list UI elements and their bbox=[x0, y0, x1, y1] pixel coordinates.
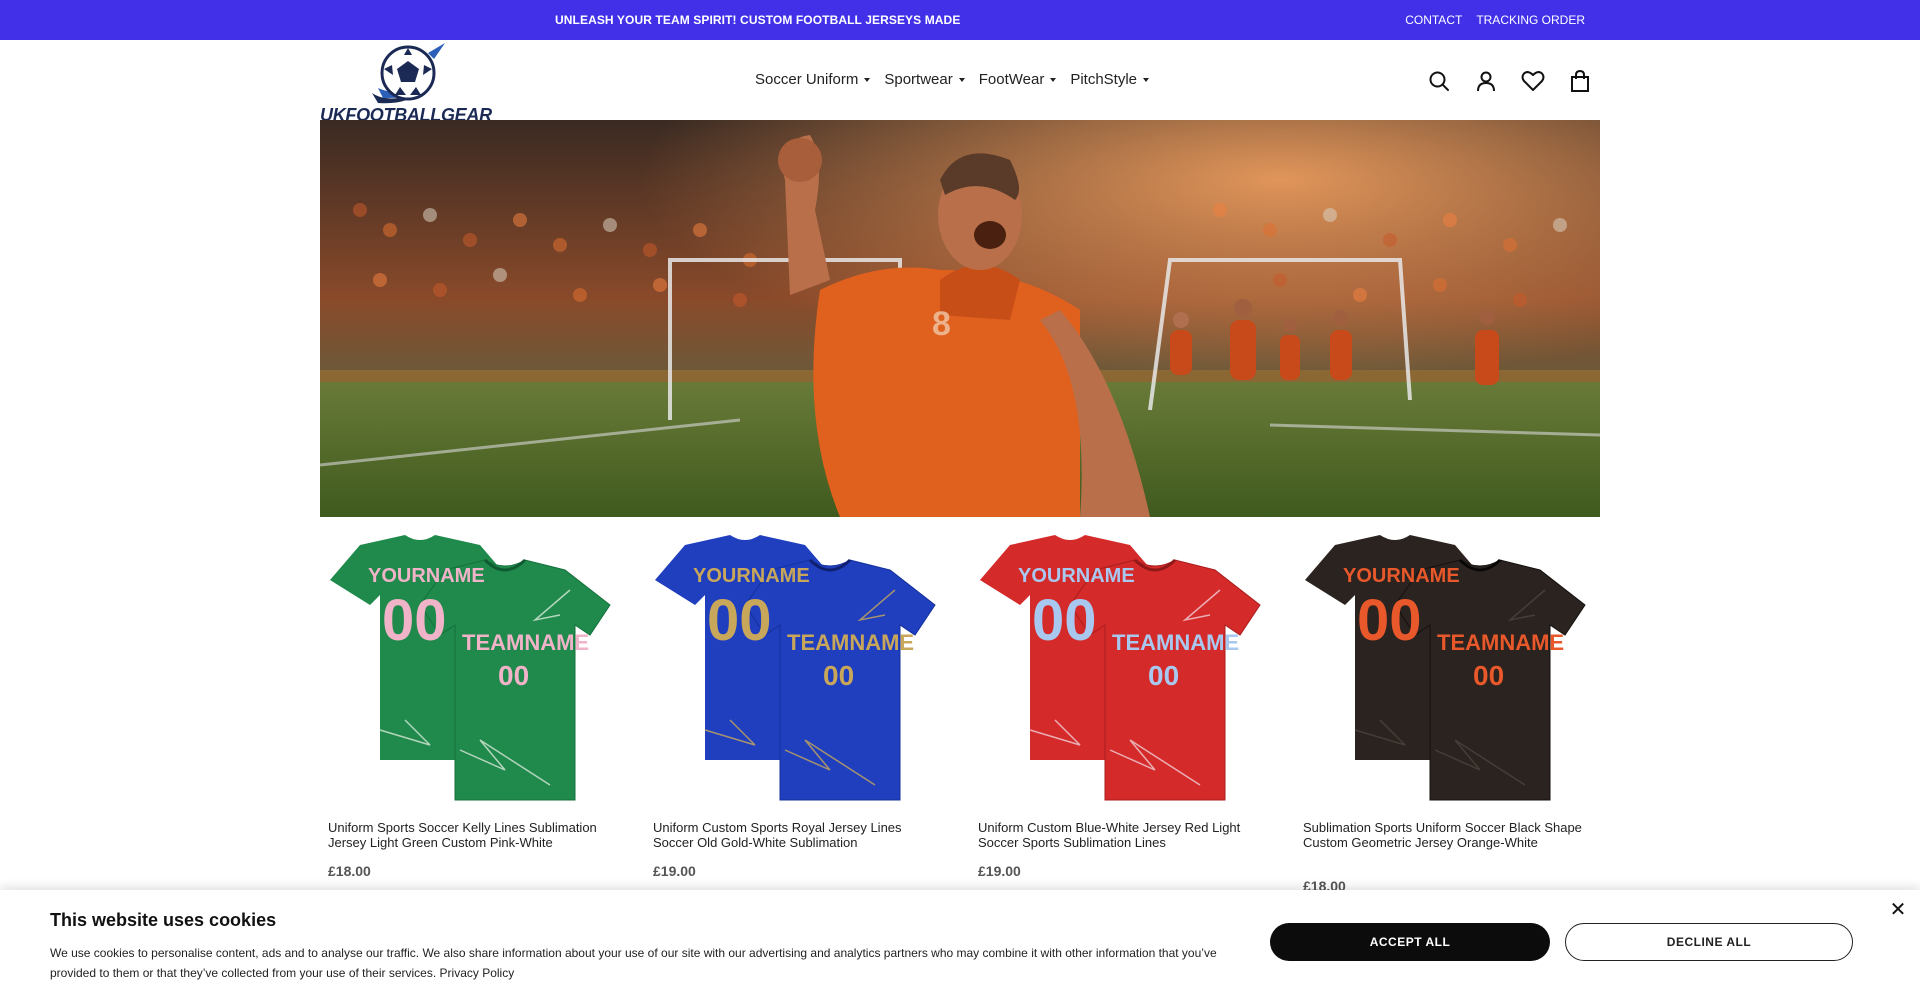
chevron-down-icon bbox=[1050, 77, 1057, 82]
jersey-team-text: TEAMNAME bbox=[462, 630, 589, 655]
header-icons bbox=[1426, 68, 1593, 94]
product-image: YOURNAME 00 TEAMNAME 00 bbox=[330, 535, 611, 801]
top-links: CONTACT TRACKING ORDER bbox=[1405, 13, 1585, 27]
account-icon[interactable] bbox=[1473, 68, 1499, 94]
nav-label: PitchStyle bbox=[1070, 71, 1138, 88]
nav-soccer-uniform[interactable]: Soccer Uniform bbox=[755, 71, 871, 88]
jersey-name-text: YOURNAME bbox=[693, 565, 810, 587]
jersey-number-text: 00 bbox=[498, 660, 529, 691]
hero-image: 8 bbox=[320, 120, 1600, 517]
accept-all-button[interactable]: ACCEPT ALL bbox=[1270, 923, 1550, 961]
site-header: UKFOOTBALLGEAR Soccer Uniform Sportwear … bbox=[0, 40, 1920, 125]
cookie-body: We use cookies to personalise content, a… bbox=[50, 946, 1217, 980]
announcement-bar: UNLEASH YOUR TEAM SPIRIT! CUSTOM FOOTBAL… bbox=[0, 0, 1920, 40]
jersey-team-text: TEAMNAME bbox=[1437, 630, 1564, 655]
jersey-team-text: TEAMNAME bbox=[787, 630, 914, 655]
announcement-text: UNLEASH YOUR TEAM SPIRIT! CUSTOM FOOTBAL… bbox=[555, 13, 961, 27]
jersey-number-text: 00 bbox=[1148, 660, 1179, 691]
nav-label: Soccer Uniform bbox=[755, 71, 859, 88]
privacy-policy-link[interactable]: Privacy Policy bbox=[440, 966, 515, 980]
chevron-down-icon bbox=[1143, 77, 1150, 82]
cookie-title: This website uses cookies bbox=[50, 910, 277, 930]
product-price: £18.00 bbox=[328, 863, 371, 879]
jersey-team-text: TEAMNAME bbox=[1112, 630, 1239, 655]
chevron-down-icon bbox=[864, 77, 871, 82]
wishlist-icon[interactable] bbox=[1520, 68, 1546, 94]
jersey-number-text: 00 bbox=[382, 588, 447, 653]
product-title[interactable]: Uniform Custom Sports Royal Jersey Lines… bbox=[653, 820, 943, 850]
product-card[interactable]: YOURNAME 00 TEAMNAME 00 Uniform Custom S… bbox=[645, 530, 945, 879]
product-card[interactable]: YOURNAME 00 TEAMNAME 00 Sublimation Spor… bbox=[1295, 530, 1595, 894]
cookie-text: We use cookies to personalise content, a… bbox=[50, 943, 1230, 983]
jersey-name-text: YOURNAME bbox=[1018, 565, 1135, 587]
product-card[interactable]: YOURNAME 00 TEAMNAME 00 Uniform Sports S… bbox=[320, 530, 620, 879]
close-icon[interactable]: ✕ bbox=[1888, 900, 1908, 920]
product-image: YOURNAME 00 TEAMNAME 00 bbox=[1305, 535, 1586, 801]
jersey-number-text: 00 bbox=[1032, 588, 1097, 653]
contact-link[interactable]: CONTACT bbox=[1405, 13, 1462, 27]
jersey-name-text: YOURNAME bbox=[368, 565, 485, 587]
product-price: £19.00 bbox=[978, 863, 1021, 879]
nav-label: Sportwear bbox=[884, 71, 953, 88]
nav-pitchstyle[interactable]: PitchStyle bbox=[1070, 71, 1150, 88]
search-icon[interactable] bbox=[1426, 68, 1452, 94]
nav-footwear[interactable]: FootWear bbox=[979, 71, 1057, 88]
cart-icon[interactable] bbox=[1567, 68, 1593, 94]
logo-mark-icon bbox=[372, 43, 445, 104]
nav-label: FootWear bbox=[978, 71, 1045, 88]
product-title[interactable]: Uniform Custom Blue-White Jersey Red Lig… bbox=[978, 820, 1268, 850]
jersey-number-text: 00 bbox=[1357, 588, 1422, 653]
chevron-down-icon bbox=[958, 77, 965, 82]
cookie-banner: This website uses cookies We use cookies… bbox=[0, 890, 1920, 993]
jersey-number-text: 00 bbox=[823, 660, 854, 691]
jersey-name-text: YOURNAME bbox=[1343, 565, 1460, 587]
site-logo[interactable]: UKFOOTBALLGEAR bbox=[320, 43, 495, 125]
product-card[interactable]: YOURNAME 00 TEAMNAME 00 Uniform Custom B… bbox=[970, 530, 1270, 879]
decline-all-button[interactable]: DECLINE ALL bbox=[1565, 923, 1853, 961]
product-image: YOURNAME 00 TEAMNAME 00 bbox=[980, 535, 1261, 801]
jersey-number-text: 00 bbox=[1473, 660, 1504, 691]
hero-banner[interactable]: 8 bbox=[320, 120, 1600, 517]
product-title[interactable]: Sublimation Sports Uniform Soccer Black … bbox=[1303, 820, 1593, 850]
jersey-number-text: 00 bbox=[707, 588, 772, 653]
product-image: YOURNAME 00 TEAMNAME 00 bbox=[655, 535, 936, 801]
product-title[interactable]: Uniform Sports Soccer Kelly Lines Sublim… bbox=[328, 820, 618, 850]
product-price: £19.00 bbox=[653, 863, 696, 879]
svg-text:8: 8 bbox=[932, 305, 951, 343]
tracking-order-link[interactable]: TRACKING ORDER bbox=[1476, 13, 1585, 27]
nav-sportwear[interactable]: Sportwear bbox=[884, 71, 965, 88]
main-nav: Soccer Uniform Sportwear FootWear PitchS… bbox=[755, 71, 1150, 88]
